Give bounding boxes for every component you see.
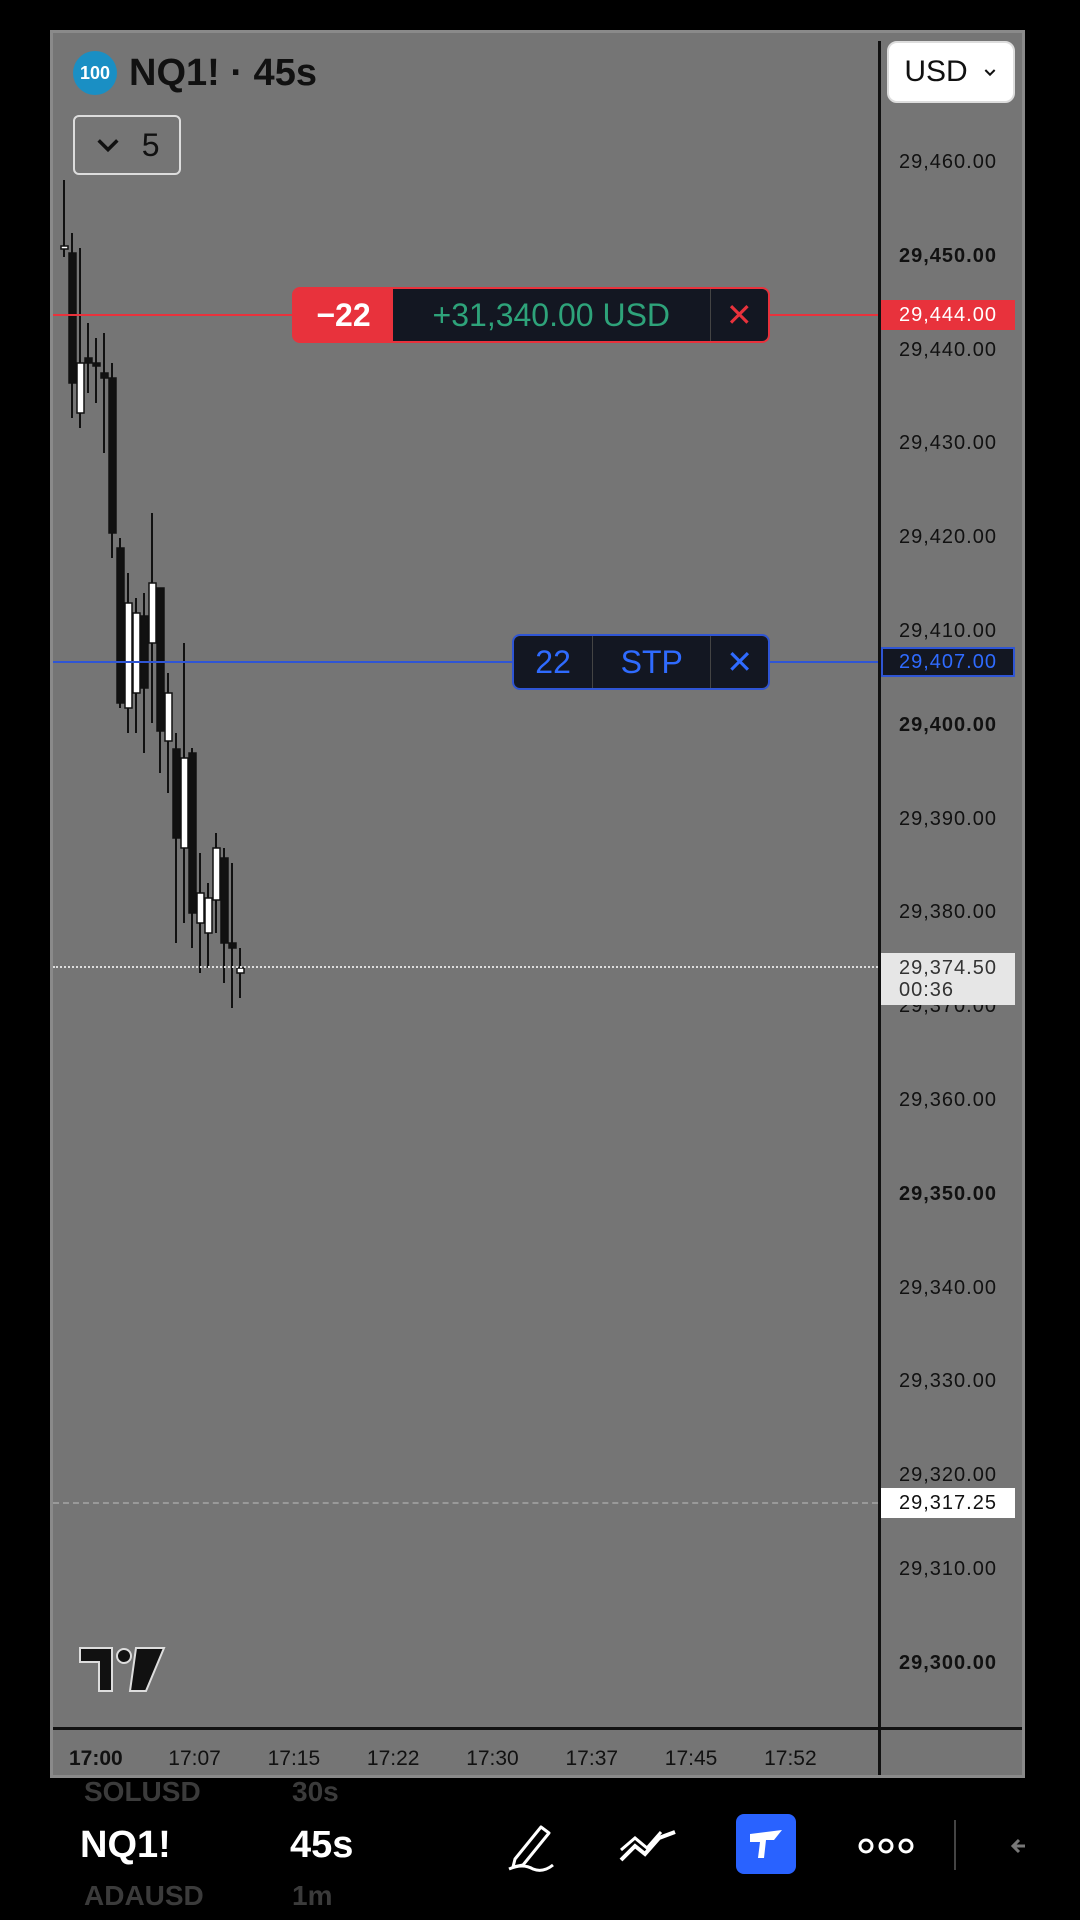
candle [236,948,245,998]
candle [124,573,133,733]
price-tick: 29,440.00 [899,338,997,361]
candle [92,338,101,403]
currency-select[interactable]: USD [887,41,1015,103]
candle [172,733,181,943]
price-tick: 29,330.00 [899,1370,997,1393]
stop-price-tag: 29,407.00 [881,647,1015,677]
symbol-scroller-next[interactable]: ADAUSD [84,1880,204,1912]
time-axis-divider [53,1727,1022,1730]
more-button[interactable] [856,1816,916,1876]
candle [148,513,157,723]
trend-icon [619,1830,676,1862]
candle [132,598,141,733]
candle [196,853,205,973]
time-tick: 17:15 [267,1747,321,1770]
time-tick: 17:07 [168,1747,221,1770]
stop-qty: 22 [514,636,594,688]
candle [220,848,229,983]
position-price-tag: 29,444.00 [881,300,1015,330]
candle [100,333,109,453]
symbol-selector[interactable]: NQ1! [80,1824,171,1867]
chart-panel[interactable]: 100 NQ1! · 45s 5 USD 29,460.00 29,450.00 2… [50,30,1025,1778]
back-arrow-icon [1010,1838,1025,1854]
trade-icon [750,1830,782,1858]
trade-panel-button[interactable] [736,1814,796,1874]
candle [164,673,173,793]
time-tick: 17:52 [764,1747,817,1770]
candle [140,593,149,753]
position-pnl: +31,340.00 USD [392,289,711,341]
close-position-button[interactable]: ✕ [710,289,768,341]
candle [60,180,69,257]
price-tick: 29,420.00 [899,526,997,549]
price-tick: 29,340.00 [899,1276,997,1299]
candle [180,643,189,923]
stop-type: STP [593,636,712,688]
price-tick: 29,350.00 [899,1182,997,1205]
price-tick: 29,410.00 [899,620,997,642]
price-tick: 29,460.00 [899,151,997,173]
candle [204,883,213,968]
close-icon: ✕ [726,644,754,680]
price-tick: 29,380.00 [899,901,997,924]
position-qty: −22 [294,289,393,341]
price-tick: 29,360.00 [899,1089,997,1111]
cancel-stop-button[interactable]: ✕ [711,636,768,688]
candle [212,833,221,933]
price-tick: 29,400.00 [899,713,997,736]
price-tick: 29,430.00 [899,432,997,455]
time-tick: 17:00 [69,1747,123,1770]
collapse-toolbar-button[interactable] [992,1816,1042,1876]
price-tick: 29,310.00 [899,1558,997,1580]
last-price-tag: 29,374.50 00:36 [881,953,1015,1005]
tradingview-logo [79,1647,166,1692]
candle [188,748,197,948]
indicators-button[interactable] [618,1816,678,1876]
candle [156,587,165,773]
price-tick: 29,450.00 [899,244,997,267]
dashed-price-tag: 29,317.25 [881,1488,1015,1518]
candle [228,863,237,1008]
close-icon: ✕ [725,297,753,333]
candle [84,323,93,393]
bar-countdown: 00:36 [899,979,955,1001]
pen-icon [508,1825,554,1872]
price-tick: 29,320.00 [899,1464,997,1487]
price-tick: 29,300.00 [899,1651,997,1674]
more-icon [858,1838,914,1854]
stop-order-box[interactable]: 22 STP ✕ [512,634,770,690]
time-tick: 17:22 [366,1747,420,1770]
currency-label: USD [904,55,968,88]
time-tick: 17:30 [466,1747,519,1770]
candle [68,233,77,418]
last-price-line [53,966,878,968]
chevron-down-icon [984,69,996,77]
interval-selector[interactable]: 45s [290,1824,353,1867]
candle [116,538,125,708]
price-axis-divider [878,41,881,1775]
candle [108,363,117,558]
candle [76,248,85,428]
drawing-tool-button[interactable] [500,1816,560,1876]
interval-scroller-next[interactable]: 1m [292,1880,332,1912]
interval-scroller-prev[interactable]: 30s [292,1776,339,1808]
last-price-value: 29,374.50 [899,957,997,979]
symbol-scroller-prev[interactable]: SOLUSD [84,1776,201,1808]
bottom-toolbar: SOLUSD 30s NQ1! 45s ADAUSD 1m [0,1776,1080,1920]
position-order-box[interactable]: −22 +31,340.00 USD ✕ [292,287,770,343]
dashed-price-line [53,1502,878,1504]
price-tick: 29,390.00 [899,807,997,830]
time-tick: 17:45 [664,1747,718,1770]
time-tick: 17:37 [565,1747,619,1770]
toolbar-separator [954,1820,956,1870]
